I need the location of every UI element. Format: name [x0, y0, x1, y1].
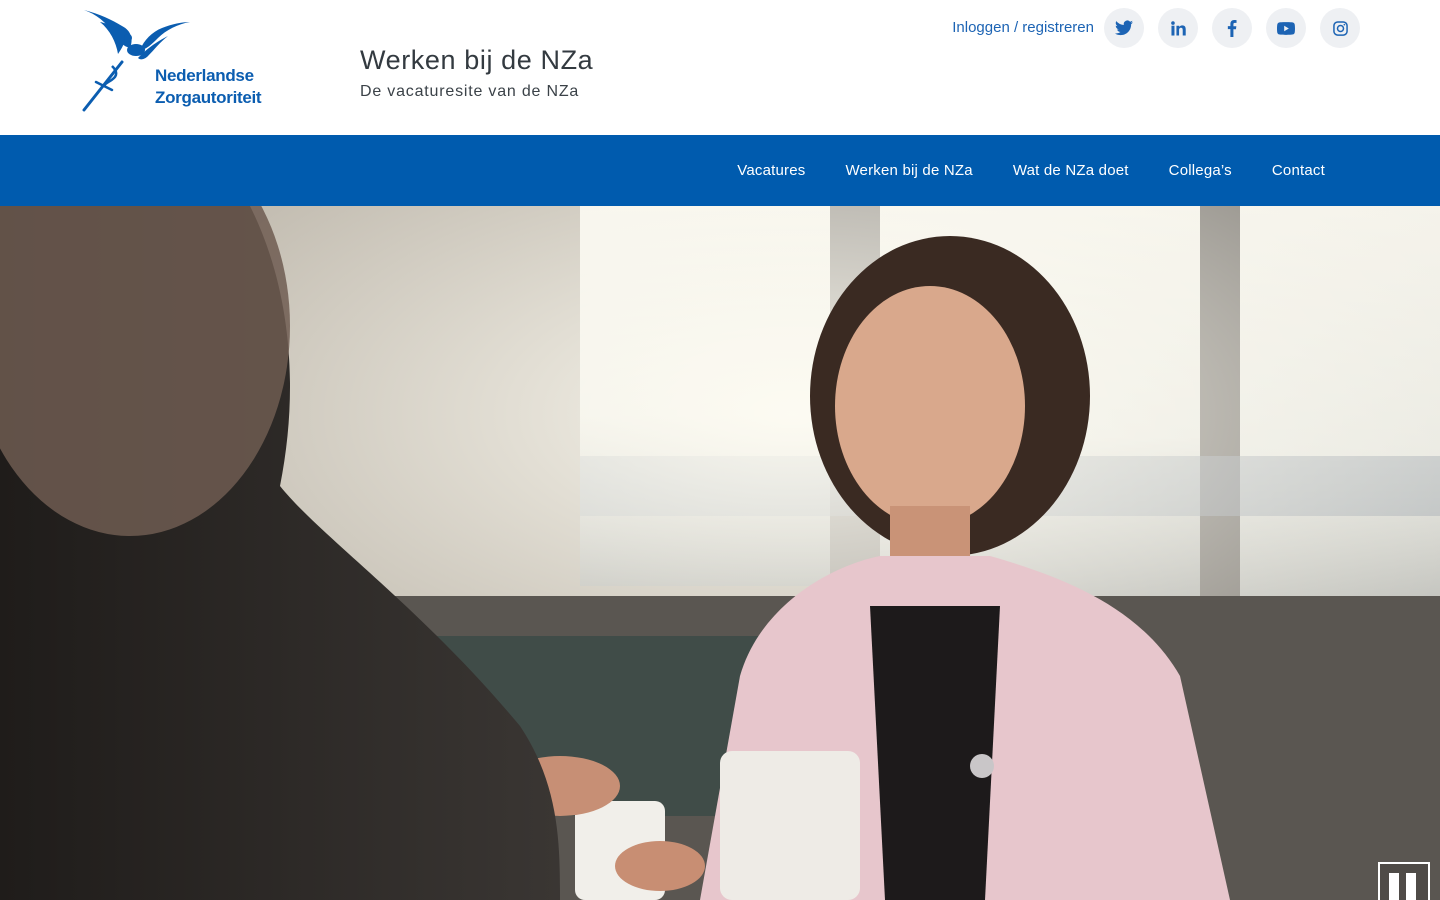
- site-subtitle: De vacaturesite van de NZa: [360, 83, 580, 100]
- logo-line-1: Nederlandse: [155, 66, 254, 85]
- video-pause-button[interactable]: [1378, 862, 1430, 900]
- nav-item-contact: Contact: [1272, 162, 1325, 180]
- nav-link-werken-bij[interactable]: Werken bij de NZa: [845, 162, 972, 179]
- nav-item-wat-nza-doet: Wat de NZa doet: [1013, 162, 1129, 180]
- login-register-link[interactable]: Inloggen / registreren: [952, 18, 1094, 38]
- nav-link-contact[interactable]: Contact: [1272, 162, 1325, 179]
- site-title-block: Werken bij de NZa De vacaturesite van de…: [360, 44, 593, 101]
- site-title: Werken bij de NZa: [360, 45, 594, 75]
- nav-link-collegas[interactable]: Collega’s: [1169, 162, 1232, 179]
- logo-line-2: Zorgautoriteit: [155, 88, 262, 107]
- nav-item-vacatures: Vacatures: [737, 162, 805, 180]
- instagram-button[interactable]: [1320, 8, 1360, 48]
- youtube-icon: [1277, 21, 1295, 35]
- nav-item-werken-bij: Werken bij de NZa: [845, 162, 972, 180]
- nav-link-vacatures[interactable]: Vacatures: [737, 162, 805, 179]
- main-navigation: Vacatures Werken bij de NZa Wat de NZa d…: [0, 135, 1440, 206]
- pause-icon-bar-right: [1406, 873, 1416, 900]
- linkedin-button[interactable]: [1158, 8, 1198, 48]
- linkedin-icon: [1170, 20, 1186, 36]
- nza-logo[interactable]: Nederlandse Zorgautoriteit: [82, 8, 292, 113]
- youtube-button[interactable]: [1266, 8, 1306, 48]
- facebook-button[interactable]: [1212, 8, 1252, 48]
- nav-item-collegas: Collega’s: [1169, 162, 1232, 180]
- instagram-icon: [1332, 20, 1348, 36]
- facebook-icon: [1227, 19, 1237, 37]
- hero-video-frame: [0, 206, 1440, 900]
- pause-icon-bar-left: [1389, 873, 1399, 900]
- nav-link-wat-nza-doet[interactable]: Wat de NZa doet: [1013, 162, 1129, 179]
- site-header: Nederlandse Zorgautoriteit Werken bij de…: [0, 0, 1440, 135]
- twitter-button[interactable]: [1104, 8, 1144, 48]
- hero-video: [0, 206, 1440, 900]
- logo-wordmark: Nederlandse Zorgautoriteit: [155, 65, 262, 109]
- twitter-icon: [1115, 20, 1133, 36]
- social-links: [1104, 8, 1360, 48]
